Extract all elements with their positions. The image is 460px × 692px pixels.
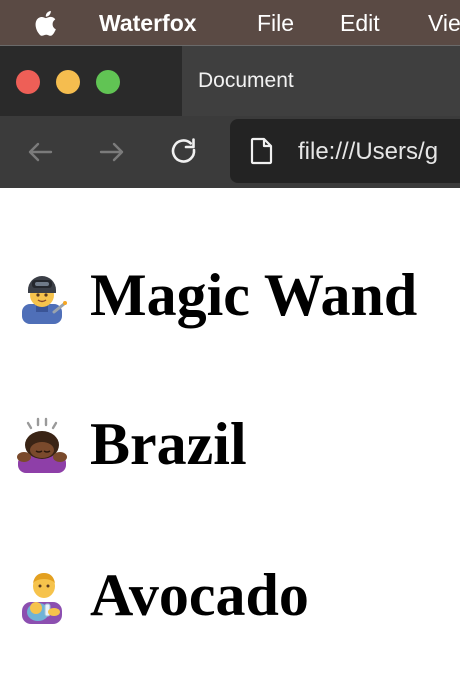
minimize-window-button[interactable] (56, 70, 80, 94)
tab-strip: Document (0, 46, 460, 116)
apple-logo-icon[interactable] (30, 7, 62, 39)
menu-app-name[interactable]: Waterfox (99, 9, 197, 37)
back-arrow-icon[interactable] (24, 136, 56, 168)
tab-document[interactable]: Document (182, 46, 460, 116)
url-text[interactable]: file:///Users/g (298, 137, 438, 167)
maximize-window-button[interactable] (96, 70, 120, 94)
woman-welder-emoji-icon (22, 276, 67, 324)
navigation-toolbar: file:///Users/g (0, 116, 460, 189)
browser-window: Document file:///Users/g (0, 45, 460, 189)
page-icon (250, 137, 273, 165)
menu-edit[interactable]: Edit (340, 9, 380, 37)
woman-bowing-emoji-icon (17, 417, 67, 473)
heading-text: Brazil (90, 411, 247, 477)
tab-title: Document (198, 69, 294, 92)
close-window-button[interactable] (16, 70, 40, 94)
heading-text: Magic Wand (90, 262, 418, 328)
forward-arrow-icon[interactable] (96, 136, 128, 168)
reload-icon[interactable] (168, 136, 200, 168)
address-bar[interactable]: file:///Users/g (230, 119, 460, 183)
menu-bar: Waterfox File Edit Vie (0, 0, 460, 45)
heading-text: Avocado (90, 562, 309, 628)
menu-file[interactable]: File (257, 9, 294, 37)
menu-view[interactable]: Vie (428, 9, 460, 37)
page-content: Magic Wand Brazil Avocado (0, 188, 460, 692)
man-feeding-baby-emoji-icon (22, 573, 62, 624)
